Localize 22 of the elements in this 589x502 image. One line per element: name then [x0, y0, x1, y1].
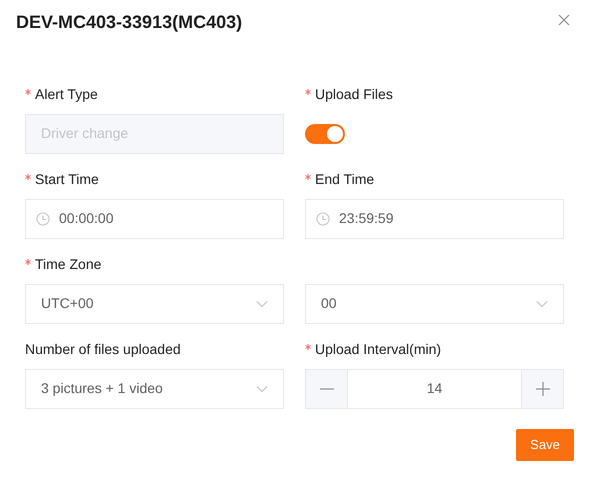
dialog-title: DEV-MC403-33913(MC403) — [16, 12, 242, 34]
clock-icon — [316, 212, 330, 226]
chevron-down-icon — [256, 384, 268, 393]
plus-icon — [536, 382, 550, 396]
toggle-switch[interactable] — [305, 124, 345, 144]
time-field[interactable]: 23:59:59 — [305, 198, 564, 239]
chevron-down-icon — [536, 300, 548, 308]
field-label: End Time — [305, 166, 564, 199]
field-label: Start Time — [25, 166, 284, 199]
close-icon[interactable] — [556, 12, 572, 28]
field-label: Number of files uploaded — [25, 340, 182, 359]
select-field[interactable]: 00 — [305, 284, 564, 324]
field-label: Time Zone — [25, 250, 284, 284]
field-label: Alert Type — [25, 80, 284, 114]
field-label: Upload Files — [305, 80, 564, 114]
minus-icon — [320, 388, 334, 390]
select-field[interactable]: 3 pictures + 1 video — [25, 368, 284, 409]
clock-icon — [36, 212, 50, 226]
field-label: Upload Interval(min) — [305, 336, 564, 369]
chevron-down-icon — [256, 300, 268, 308]
select-field[interactable]: UTC+00 — [25, 284, 284, 324]
time-field[interactable]: 00:00:00 — [25, 198, 284, 239]
